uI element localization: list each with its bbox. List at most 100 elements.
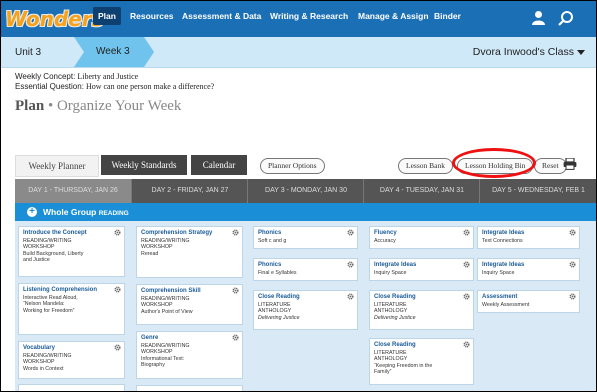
card-line: LITERATURE xyxy=(374,349,407,356)
lesson-card[interactable]: Assessment Weekly Assessment xyxy=(477,290,580,313)
gear-icon[interactable] xyxy=(569,229,576,236)
lesson-card[interactable]: Vocabulary READING/WRITING WORKSHOP Word… xyxy=(18,341,125,379)
card-title: Fluency xyxy=(374,230,397,236)
whole-group-bar[interactable]: + Whole Group READING xyxy=(15,203,596,221)
lesson-card[interactable]: Comprehension Strategy READING/WRITING W… xyxy=(136,226,243,278)
search-icon[interactable] xyxy=(558,10,574,26)
card-title: Introduce the Concept xyxy=(23,230,87,236)
lesson-card[interactable]: Close Reading LITERATURE ANTHOLOGY Deliv… xyxy=(369,290,474,330)
question-value: How can one person make a difference? xyxy=(85,82,215,91)
class-selector[interactable]: Dvora Inwood's Class xyxy=(473,46,574,58)
lesson-card[interactable]: Phonics Final e Syllables xyxy=(253,258,358,281)
nav-binder[interactable]: Binder xyxy=(434,11,461,21)
card-line: Interactive Read Aloud, xyxy=(23,294,78,301)
tab-calendar[interactable]: Calendar xyxy=(191,155,247,175)
card-title: Assessment xyxy=(482,294,518,300)
card-line: Weekly Assessment xyxy=(482,301,530,308)
card-line: LITERATURE xyxy=(258,301,291,308)
planner-options-button[interactable]: Planner Options xyxy=(260,158,325,174)
lesson-card[interactable]: Close Reading LITERATURE ANTHOLOGY “Keep… xyxy=(369,338,474,385)
gear-icon[interactable] xyxy=(463,261,470,268)
card-title: Close Reading xyxy=(258,294,300,300)
gear-icon[interactable] xyxy=(463,341,470,348)
print-icon[interactable] xyxy=(563,158,577,170)
card-title: Phonics xyxy=(258,230,282,236)
gear-icon[interactable] xyxy=(569,261,576,268)
lesson-card[interactable]: Phonics Soft c and g xyxy=(253,226,358,249)
gear-icon[interactable] xyxy=(232,287,239,294)
concept-label: Weekly Concept: xyxy=(15,72,76,81)
card-line: Author's Point of View xyxy=(141,308,193,315)
lesson-card[interactable]: Close Reading LITERATURE ANTHOLOGY Deliv… xyxy=(253,290,358,330)
lesson-grid: Introduce the Concept READING/WRITING WO… xyxy=(15,221,596,391)
card-line: Soft c and g xyxy=(258,237,287,244)
card-line: LITERATURE xyxy=(374,301,407,308)
gear-icon[interactable] xyxy=(347,229,354,236)
lesson-card[interactable] xyxy=(136,385,243,391)
gear-icon[interactable] xyxy=(114,286,121,293)
card-title: Integrate Ideas xyxy=(482,230,525,236)
day-5-header[interactable]: DAY 5 - WEDNESDAY, FEB 1 xyxy=(479,179,596,203)
highlight-circle xyxy=(452,148,536,178)
nav-plan[interactable]: Plan xyxy=(93,7,121,25)
gear-icon[interactable] xyxy=(463,293,470,300)
lesson-card[interactable]: Integrate Ideas Inquiry Space xyxy=(369,258,474,281)
day-4-header[interactable]: DAY 4 - TUESDAY, JAN 31 xyxy=(363,179,480,203)
lesson-bank-button[interactable]: Lesson Bank xyxy=(398,158,453,174)
card-line: “Keeping Freedom in the xyxy=(374,362,433,369)
gear-icon[interactable] xyxy=(232,229,239,236)
card-line: WORKSHOP xyxy=(23,359,55,366)
page-title-separator: • xyxy=(44,98,57,114)
card-line: WORKSHOP xyxy=(141,244,173,251)
gear-icon[interactable] xyxy=(463,229,470,236)
day-header-row: DAY 1 - THURSDAY, JAN 26 DAY 2 - FRIDAY,… xyxy=(15,179,596,203)
week-selector[interactable]: Week 3 xyxy=(74,37,154,67)
lesson-card[interactable]: Comprehension Skill READING/WRITING WORK… xyxy=(136,284,243,325)
nav-resources[interactable]: Resources xyxy=(130,11,173,21)
nav-writing-research[interactable]: Writing & Research xyxy=(270,11,348,21)
card-line: Reread xyxy=(141,250,159,257)
lesson-card[interactable] xyxy=(18,384,125,391)
top-nav: Wonders Plan Resources Assessment & Data… xyxy=(1,1,596,37)
card-line: WORKSHOP xyxy=(141,302,173,309)
card-line: ANTHOLOGY xyxy=(374,356,408,363)
lesson-card[interactable]: Fluency Accuracy xyxy=(369,226,474,249)
card-line: Informational Text: xyxy=(141,355,185,362)
lesson-card[interactable]: Introduce the Concept READING/WRITING WO… xyxy=(18,226,125,277)
user-icon[interactable] xyxy=(532,10,545,26)
card-line: Build Background, Liberty xyxy=(23,250,84,257)
card-line: Biography xyxy=(141,362,165,369)
tab-weekly-planner[interactable]: Weekly Planner xyxy=(15,155,99,177)
card-line: Words in Context xyxy=(23,365,64,372)
gear-icon[interactable] xyxy=(114,229,121,236)
card-line: Inquiry Space xyxy=(482,269,515,276)
card-title: Comprehension Skill xyxy=(141,288,201,294)
day-1-header[interactable]: DAY 1 - THURSDAY, JAN 26 xyxy=(15,179,131,203)
expand-icon[interactable]: + xyxy=(27,207,37,217)
gear-icon[interactable] xyxy=(347,293,354,300)
card-line: Working for Freedom” xyxy=(23,307,75,314)
card-line: and Justice xyxy=(23,257,50,264)
gear-icon[interactable] xyxy=(569,293,576,300)
tab-weekly-standards[interactable]: Weekly Standards xyxy=(101,155,187,175)
lesson-card[interactable]: Integrate Ideas Inquiry Space xyxy=(477,258,580,281)
lesson-card[interactable]: Integrate Ideas Text Connections xyxy=(477,226,580,249)
lesson-card[interactable]: Listening Comprehension Interactive Read… xyxy=(18,283,125,335)
card-line: READING/WRITING xyxy=(23,237,72,244)
reset-button[interactable]: Reset xyxy=(534,158,567,174)
gear-icon[interactable] xyxy=(347,261,354,268)
lesson-card[interactable]: Genre READING/WRITING WORKSHOP Informati… xyxy=(136,331,243,379)
gear-icon[interactable] xyxy=(114,344,121,351)
day-3-header[interactable]: DAY 3 - MONDAY, JAN 30 xyxy=(247,179,364,203)
nav-manage-assign[interactable]: Manage & Assign xyxy=(358,11,429,21)
wonders-logo[interactable]: Wonders xyxy=(5,3,104,35)
chevron-down-icon[interactable] xyxy=(577,50,585,55)
card-line: WORKSHOP xyxy=(23,244,55,251)
unit-selector[interactable]: Unit 3 xyxy=(15,47,41,58)
nav-assessment-data[interactable]: Assessment & Data xyxy=(182,11,261,21)
card-line: READING/WRITING xyxy=(23,352,72,359)
day-2-header[interactable]: DAY 2 - FRIDAY, JAN 27 xyxy=(131,179,248,203)
gear-icon[interactable] xyxy=(232,334,239,341)
card-title: Integrate Ideas xyxy=(482,262,525,268)
whole-group-label: Whole Group READING xyxy=(43,207,129,217)
